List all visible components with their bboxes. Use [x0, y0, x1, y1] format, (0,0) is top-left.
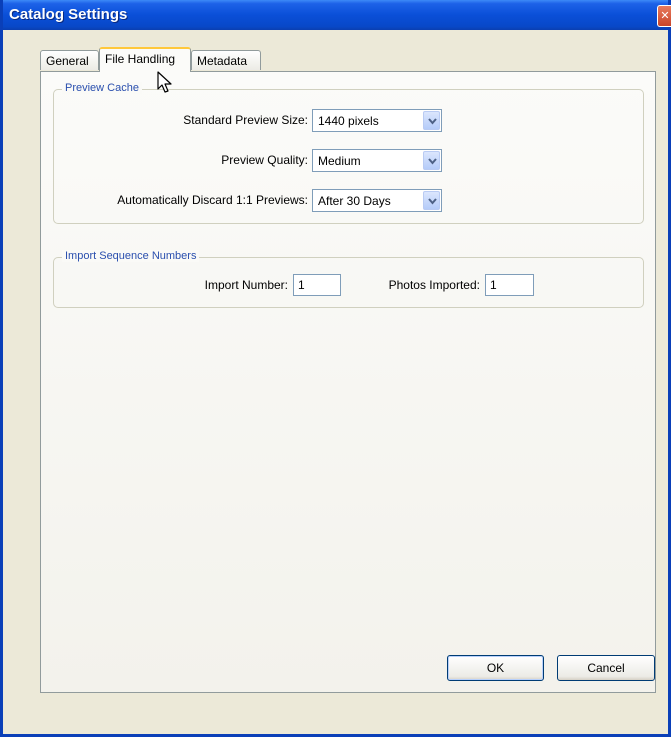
- ok-button[interactable]: OK: [447, 655, 544, 681]
- preview-cache-legend: Preview Cache: [62, 82, 142, 94]
- chevron-down-icon[interactable]: [423, 111, 440, 130]
- import-number-label: Import Number:: [204, 278, 288, 292]
- standard-preview-size-value: 1440 pixels: [318, 114, 379, 128]
- chevron-down-icon[interactable]: [423, 151, 440, 170]
- standard-preview-size-label: Standard Preview Size:: [183, 113, 308, 127]
- photos-imported-label: Photos Imported:: [388, 278, 480, 292]
- preview-quality-select[interactable]: Medium: [312, 149, 442, 172]
- preview-cache-group: Preview Cache Standard Preview Size: 144…: [53, 82, 644, 224]
- title-bar[interactable]: Catalog Settings ✕: [3, 0, 671, 30]
- arrow-cursor-icon: [157, 71, 172, 93]
- preview-quality-value: Medium: [318, 154, 361, 168]
- catalog-settings-dialog: Catalog Settings ✕ General File Handling…: [0, 0, 671, 737]
- import-sequence-legend: Import Sequence Numbers: [62, 250, 200, 262]
- discard-previews-select[interactable]: After 30 Days: [312, 189, 442, 212]
- close-icon[interactable]: ✕: [657, 5, 671, 27]
- window-title: Catalog Settings: [9, 6, 128, 23]
- tab-general[interactable]: General: [40, 50, 99, 70]
- discard-previews-value: After 30 Days: [318, 194, 391, 208]
- cancel-button[interactable]: Cancel: [557, 655, 655, 681]
- chevron-down-icon[interactable]: [423, 191, 440, 210]
- photos-imported-input[interactable]: 1: [485, 274, 534, 296]
- tab-panel-file-handling: Preview Cache Standard Preview Size: 144…: [40, 71, 656, 693]
- standard-preview-size-select[interactable]: 1440 pixels: [312, 109, 442, 132]
- preview-quality-label: Preview Quality:: [221, 153, 308, 167]
- tab-file-handling[interactable]: File Handling: [99, 47, 191, 72]
- import-sequence-group: Import Sequence Numbers Import Number: 1…: [53, 250, 644, 308]
- import-number-input[interactable]: 1: [293, 274, 341, 296]
- tab-metadata[interactable]: Metadata: [191, 50, 261, 70]
- discard-previews-label: Automatically Discard 1:1 Previews:: [117, 193, 308, 207]
